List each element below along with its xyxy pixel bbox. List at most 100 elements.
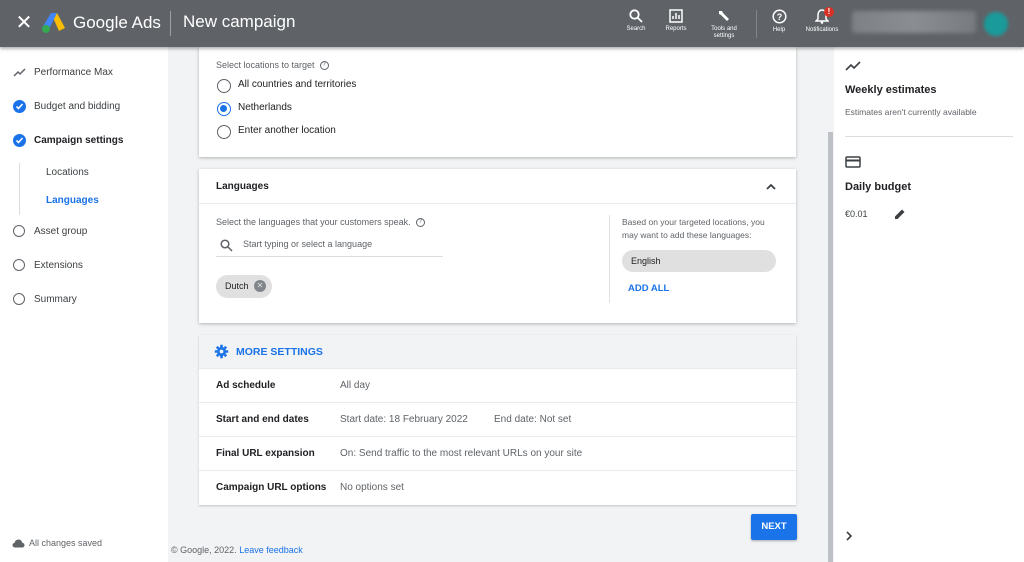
chevron-right-icon[interactable] (844, 530, 854, 542)
brand-name: Google Ads (73, 13, 161, 32)
trend-icon (845, 61, 861, 71)
sidebar-item-label: Budget and bidding (34, 101, 121, 112)
empty-circle-icon (13, 225, 25, 237)
daily-budget-title: Daily budget (845, 181, 912, 193)
radio-button[interactable] (217, 102, 231, 116)
add-all-button[interactable]: ADD ALL (628, 283, 669, 294)
sidebar-item-label: Languages (46, 195, 99, 206)
language-search-input[interactable] (243, 239, 433, 249)
notifications-label: Notifications (805, 27, 839, 33)
sidebar-item-languages[interactable]: Languages (0, 189, 168, 213)
languages-card: Languages Select the languages that your… (199, 169, 796, 323)
chip-label: English (631, 256, 661, 266)
more-settings-toggle[interactable]: MORE SETTINGS (199, 335, 796, 369)
setting-row-ad-schedule[interactable]: Ad schedule All day (199, 369, 796, 403)
radio-button[interactable] (217, 125, 231, 139)
credit-card-icon (845, 156, 861, 168)
feedback-link[interactable]: Leave feedback (239, 545, 303, 555)
save-status: All changes saved (12, 538, 102, 548)
search-icon (629, 9, 643, 23)
sidebar-item-asset-group[interactable]: Asset group (0, 220, 168, 244)
setting-value-end: End date: Not set (494, 414, 572, 425)
tools-button[interactable]: Tools and settings (698, 9, 750, 40)
empty-circle-icon (13, 259, 25, 271)
sidebar-item-performance-max[interactable]: Performance Max (0, 61, 168, 85)
pencil-icon[interactable] (894, 208, 906, 220)
close-icon[interactable]: ✕ (14, 13, 34, 33)
next-button[interactable]: NEXT (751, 514, 797, 540)
selected-language-chip: Dutch ✕ (216, 275, 272, 298)
locations-label: Select locations to target? (216, 60, 329, 71)
languages-description: Select the languages that your customers… (216, 217, 425, 228)
radio-button[interactable] (217, 79, 231, 93)
header-divider (170, 11, 171, 36)
tools-label: Tools and settings (711, 26, 737, 39)
sidebar-item-extensions[interactable]: Extensions (0, 254, 168, 278)
sidebar-item-budget[interactable]: Budget and bidding (0, 95, 168, 119)
daily-budget-amount: €0.01 (845, 209, 868, 219)
language-search[interactable] (216, 235, 443, 257)
check-circle-icon (13, 100, 26, 113)
search-icon (220, 239, 233, 252)
sidebar-item-locations[interactable]: Locations (0, 161, 168, 185)
setting-value: Start date: 18 February 2022 (340, 414, 468, 425)
help-icon[interactable]: ? (319, 61, 329, 71)
avatar[interactable] (984, 12, 1008, 36)
more-settings-card: MORE SETTINGS Ad schedule All day Start … (199, 335, 796, 505)
save-status-text: All changes saved (29, 538, 103, 548)
account-info[interactable] (852, 11, 976, 33)
setting-key: Ad schedule (216, 380, 276, 391)
radio-label: All countries and territories (238, 79, 357, 90)
page-title: New campaign (183, 12, 296, 31)
estimates-panel: Weekly estimates Estimates aren't curren… (834, 47, 1024, 562)
sidebar-item-label: Extensions (34, 260, 83, 271)
sidebar-item-label: Campaign settings (34, 135, 124, 146)
scrollbar-thumb[interactable] (828, 132, 833, 562)
footer: © Google, 2022. Leave feedback (171, 545, 303, 555)
vertical-divider (609, 215, 610, 303)
sidebar-item-summary[interactable]: Summary (0, 288, 168, 312)
setting-row-final-url[interactable]: Final URL expansion On: Send traffic to … (199, 437, 796, 471)
locations-card: Select locations to target? All countrie… (199, 47, 796, 157)
cloud-check-icon (12, 539, 25, 548)
help-icon[interactable]: ? (415, 218, 425, 228)
setting-row-url-options[interactable]: Campaign URL options No options set (199, 471, 796, 505)
notifications-button[interactable]: ! Notifications (796, 7, 848, 34)
reports-button[interactable]: Reports (650, 9, 702, 33)
more-settings-title: MORE SETTINGS (236, 346, 323, 358)
setting-value: All day (340, 380, 371, 391)
svg-text:?: ? (776, 12, 782, 22)
sidebar-item-label: Asset group (34, 226, 88, 237)
chevron-up-icon[interactable] (764, 180, 778, 194)
sidebar-item-campaign-settings[interactable]: Campaign settings (0, 129, 168, 153)
setting-value: No options set (340, 482, 404, 493)
weekly-estimates-title: Weekly estimates (845, 84, 937, 96)
sidebar: Performance Max Budget and bidding Campa… (0, 47, 168, 562)
notification-badge: ! (824, 7, 834, 17)
sidebar-item-label: Performance Max (34, 67, 113, 78)
suggested-language-chip[interactable]: English (622, 250, 776, 272)
chip-label: Dutch (225, 281, 249, 291)
reports-icon (669, 9, 683, 23)
radio-label: Netherlands (238, 102, 292, 113)
remove-icon[interactable]: ✕ (254, 280, 266, 292)
setting-row-dates[interactable]: Start and end dates Start date: 18 Febru… (199, 403, 796, 437)
sidebar-item-label: Summary (34, 294, 77, 305)
radio-label: Enter another location (238, 125, 336, 136)
setting-key: Campaign URL options (216, 482, 327, 493)
check-circle-icon (13, 134, 26, 147)
copyright-text: © Google, 2022. (171, 545, 237, 555)
gear-icon (214, 344, 229, 359)
wrench-icon (719, 11, 729, 21)
panel-divider (845, 136, 1013, 137)
languages-description-text: Select the languages that your customers… (216, 217, 411, 227)
setting-key: Final URL expansion (216, 448, 315, 459)
languages-title: Languages (216, 181, 269, 192)
setting-key: Start and end dates (216, 414, 309, 425)
trend-icon (13, 68, 26, 77)
top-app-bar: ✕ Google Ads New campaign Search Reports… (0, 0, 1024, 47)
weekly-estimates-status: Estimates aren't currently available (845, 107, 977, 117)
locations-label-text: Select locations to target (216, 60, 315, 70)
languages-header[interactable]: Languages (199, 169, 796, 204)
google-ads-logo (42, 13, 65, 33)
